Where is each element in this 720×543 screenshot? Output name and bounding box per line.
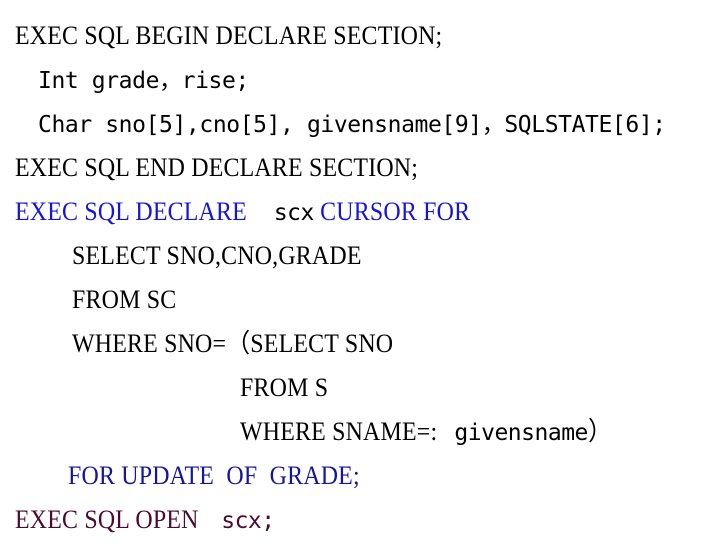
code-line: WHERE SNAME=: givensname） bbox=[0, 410, 720, 454]
code-segment: CURSOR FOR bbox=[313, 197, 471, 226]
code-segment: FOR UPDATE OF GRADE; bbox=[68, 461, 360, 490]
code-segment: WHERE SNAME=: bbox=[240, 417, 438, 446]
code-segment: FROM SC bbox=[72, 285, 177, 314]
code-segment: EXEC SQL OPEN bbox=[15, 505, 205, 534]
code-line: EXEC SQL OPEN scx; bbox=[0, 498, 720, 542]
code-segment: WHERE SNO=（SELECT SNO bbox=[72, 329, 394, 358]
code-segment: SELECT SNO,CNO,GRADE bbox=[72, 241, 362, 270]
code-line: EXEC SQL BEGIN DECLARE SECTION; bbox=[0, 14, 720, 58]
code-segment: EXEC SQL DECLARE bbox=[15, 197, 254, 226]
code-segment: EXEC SQL END DECLARE SECTION; bbox=[15, 153, 419, 182]
code-line: Int grade，rise; bbox=[0, 58, 720, 102]
code-segment: EXEC SQL BEGIN DECLARE SECTION; bbox=[15, 21, 443, 50]
code-segment: Char sno[5],cno[5], givensname[9]，SQLSTA… bbox=[38, 112, 666, 138]
code-line: FOR UPDATE OF GRADE; bbox=[0, 454, 720, 498]
code-line: WHERE SNO=（SELECT SNO bbox=[0, 322, 720, 366]
code-line: FROM S bbox=[0, 366, 720, 410]
code-line: EXEC SQL DECLARE scx CURSOR FOR bbox=[0, 190, 720, 234]
code-segment: ） bbox=[587, 417, 613, 446]
code-segment: givensname bbox=[454, 420, 588, 446]
code-segment: Int grade，rise; bbox=[38, 68, 249, 94]
code-segment: scx; bbox=[221, 508, 275, 534]
code-line: EXEC SQL END DECLARE SECTION; bbox=[0, 146, 720, 190]
code-line: SELECT SNO,CNO,GRADE bbox=[0, 234, 720, 278]
code-segment: FROM S bbox=[240, 373, 329, 402]
code-segment: scx bbox=[273, 200, 315, 226]
slide-canvas: EXEC SQL BEGIN DECLARE SECTION; Int grade… bbox=[0, 0, 720, 540]
code-line: FROM SC bbox=[0, 278, 720, 322]
esql-code-block: EXEC SQL BEGIN DECLARE SECTION; Int grade… bbox=[0, 14, 720, 542]
code-line: Char sno[5],cno[5], givensname[9]，SQLSTA… bbox=[0, 102, 720, 146]
